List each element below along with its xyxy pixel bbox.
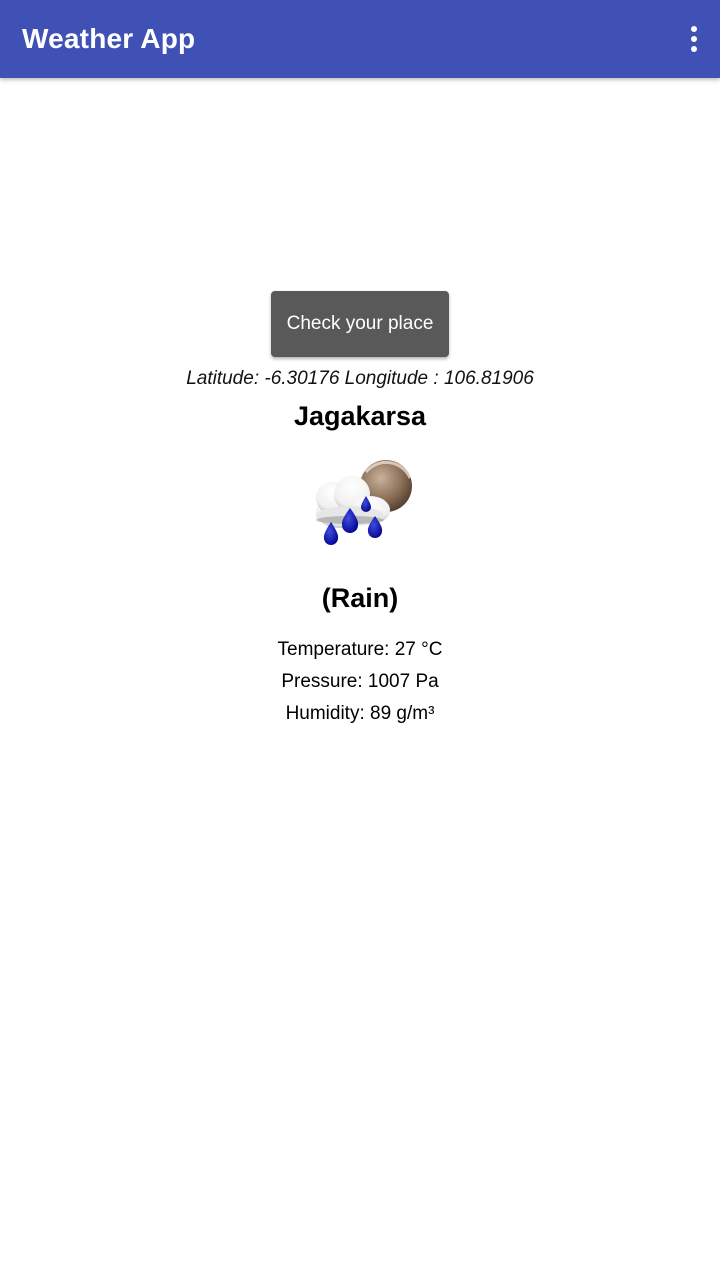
weather-app-screen: Weather App Check your place Latitude: -… xyxy=(0,0,720,1280)
main-content: Check your place Latitude: -6.30176 Long… xyxy=(0,78,720,1280)
app-bar: Weather App xyxy=(0,0,720,78)
humidity-text: Humidity: 89 g/m³ xyxy=(285,703,435,724)
more-options-dot xyxy=(691,36,697,42)
app-title: Weather App xyxy=(22,23,196,54)
rain-cloud-moon-icon xyxy=(316,460,412,545)
more-options-dot xyxy=(691,26,697,32)
temperature-text: Temperature: 27 °C xyxy=(277,639,443,660)
weather-condition: (Rain) xyxy=(321,583,399,613)
more-options-icon[interactable] xyxy=(682,19,706,59)
more-options-dot xyxy=(691,46,697,52)
check-your-place-button[interactable]: Check your place xyxy=(271,291,449,357)
place-name: Jagakarsa xyxy=(293,401,427,431)
coordinates-text: Latitude: -6.30176 Longitude : 106.81906 xyxy=(186,368,534,389)
pressure-text: Pressure: 1007 Pa xyxy=(281,671,439,692)
